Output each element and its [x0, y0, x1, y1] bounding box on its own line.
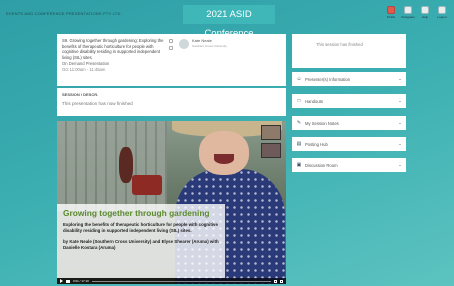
play-icon[interactable]	[60, 279, 63, 283]
accordion-label: My Session Notes	[305, 120, 339, 126]
accordion-label: Posting Hub	[305, 141, 328, 147]
help-icon[interactable]: Help	[419, 6, 431, 21]
video-title: Growing together through gardening	[63, 208, 210, 218]
session-title: S9. Growing together through gardening: …	[62, 38, 164, 60]
progress-bar[interactable]	[91, 280, 271, 282]
accordion-posting-hub[interactable]: ▤ Posting Hub ⌄	[292, 137, 406, 151]
video-subtitle: Exploring the benefits of therapeutic ho…	[63, 222, 218, 233]
calendar-icon[interactable]	[169, 46, 173, 50]
organisation-name: EVENTS AND CONFERENCE PRESENTATIONS PTY …	[6, 11, 121, 16]
volume-icon[interactable]	[66, 279, 70, 283]
session-actions	[169, 39, 173, 50]
accordion-handouts[interactable]: □ Handouts ⌄	[292, 94, 406, 108]
document-icon: □	[297, 98, 301, 104]
accordion-presenter-info[interactable]: ☺ Presenter(s) Information ⌄	[292, 72, 406, 86]
session-info: S9. Growing together through gardening: …	[62, 38, 170, 73]
description-heading: SESSION / DESCR.	[62, 92, 99, 97]
conference-title[interactable]: 2021 ASID Conference	[183, 5, 275, 39]
chevron-down-icon: ⌄	[398, 76, 402, 81]
chevron-down-icon: ⌄	[398, 162, 402, 167]
speaker-name: Kate Neale	[192, 38, 212, 43]
chevron-down-icon: ⌄	[398, 141, 402, 146]
top-bar: EVENTS AND CONFERENCE PRESENTATIONS PTY …	[0, 0, 454, 39]
session-status: This session has finished	[292, 34, 406, 68]
accordion-discussion-room[interactable]: ▣ Discussion Room ⌄	[292, 158, 406, 172]
accordion-label: Handouts	[305, 98, 323, 104]
session-time: Oct 11:00am - 11:45am	[62, 66, 106, 72]
description-text: This presentation has now finished	[62, 101, 133, 106]
people-icon[interactable]: Delegates	[401, 6, 415, 21]
accordion-label: Presenter(s) Information	[305, 76, 351, 82]
video-player[interactable]: Growing together through gardening Explo…	[57, 121, 286, 284]
video-controls: 0:01 / 17:10	[57, 278, 286, 284]
accordion-label: Discussion Room	[305, 162, 338, 168]
accordion-session-notes[interactable]: ✎ My Session Notes ⌄	[292, 116, 406, 130]
chevron-down-icon: ⌄	[398, 98, 402, 103]
speaker-affiliation: Southern Cross University	[192, 43, 227, 48]
posting-icon: ▤	[296, 141, 302, 147]
avatar	[179, 39, 189, 49]
video-title-overlay: Growing together through gardening Explo…	[57, 204, 225, 278]
fullscreen-icon[interactable]	[280, 279, 283, 283]
favorite-icon[interactable]	[169, 39, 173, 43]
logout-icon[interactable]: Logout	[436, 6, 448, 21]
session-card: S9. Growing together through gardening: …	[57, 34, 286, 86]
session-status-text: This session has finished	[316, 42, 363, 47]
profile-icon[interactable]: Profile	[385, 6, 397, 21]
notes-icon: ✎	[296, 120, 302, 126]
settings-icon[interactable]	[274, 279, 277, 283]
participant-thumbnail	[261, 125, 281, 140]
top-icons: Profile Delegates Help Logout	[385, 6, 448, 21]
description-card: SESSION / DESCR. This presentation has n…	[57, 88, 286, 116]
participant-thumbnail	[261, 143, 281, 158]
user-icon: ☺	[296, 76, 302, 82]
chevron-down-icon: ⌄	[398, 120, 402, 125]
discussion-icon: ▣	[296, 162, 302, 168]
video-authors: by Kate Neale (Southern Cross University…	[63, 238, 219, 250]
video-time: 0:01 / 17:10	[73, 279, 89, 283]
speaker[interactable]: Kate Neale Southern Cross University	[179, 38, 227, 49]
